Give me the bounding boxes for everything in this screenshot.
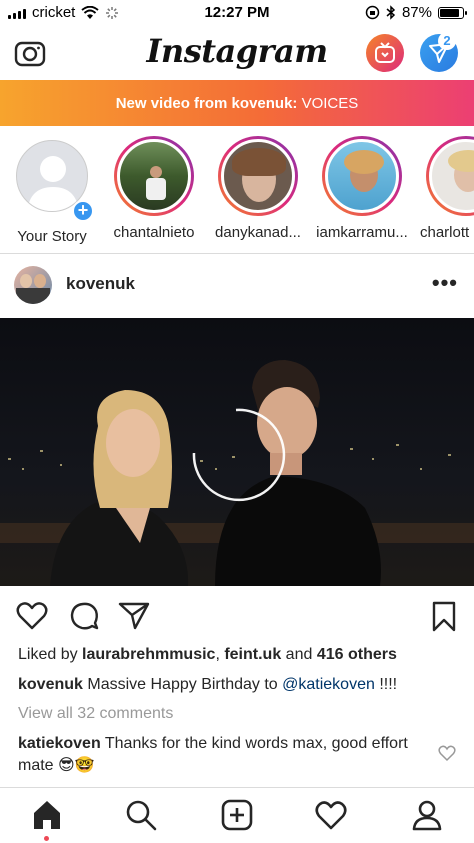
post-actions (0, 596, 474, 636)
banner-prefix: New video from kovenuk: (115, 94, 298, 112)
avatar (117, 139, 191, 213)
story-username: Your Story (17, 228, 87, 245)
caption-suffix: !!!! (379, 676, 398, 693)
likes-and: and (285, 646, 313, 663)
story-username: iamkarramu... (316, 224, 408, 241)
story-username: chantalnieto (113, 224, 195, 241)
bottom-tab-bar (0, 787, 474, 843)
story-danykanad[interactable]: danykanad... (208, 136, 308, 241)
story-username: charlott (420, 224, 470, 241)
story-iamkarramu[interactable]: iamkarramu... (312, 136, 412, 241)
share-icon[interactable] (118, 600, 150, 632)
bluetooth-icon (386, 5, 396, 20)
igtv-button[interactable] (366, 34, 404, 72)
caption-text: Massive Happy Birthday to (87, 676, 278, 693)
battery-level (440, 8, 460, 17)
avatar (429, 139, 474, 213)
caption-mention[interactable]: @katiekoven (282, 676, 375, 693)
bookmark-icon[interactable] (428, 600, 460, 632)
post-username[interactable]: kovenuk (66, 274, 135, 294)
liked-by-user[interactable]: laurabrehmmusic (82, 646, 215, 663)
home-activity-dot (44, 836, 49, 841)
home-icon[interactable] (30, 798, 64, 832)
orientation-lock-icon (365, 5, 380, 20)
story-ring (114, 136, 194, 216)
battery-percent: 87% (401, 4, 432, 21)
status-right: 87% (365, 4, 467, 21)
app-header: Instagram 2 (0, 28, 474, 80)
view-all-comments-link[interactable]: View all 32 comments (18, 705, 173, 723)
battery-icon (438, 6, 467, 19)
story-ring (426, 136, 474, 216)
avatar[interactable] (14, 266, 52, 304)
post-photo[interactable] (0, 318, 474, 586)
new-post-icon[interactable] (220, 798, 254, 832)
banner-video-title: VOICES (301, 94, 359, 112)
profile-icon[interactable] (410, 798, 444, 832)
stories-tray[interactable]: + Your Story chantalnieto danykanad... i… (0, 126, 474, 254)
search-icon[interactable] (124, 798, 158, 832)
likes-prefix: Liked by (18, 646, 78, 663)
status-bar: cricket 12:27 PM 87% (0, 0, 474, 28)
story-username: danykanad... (215, 224, 301, 241)
direct-message-button[interactable]: 2 (420, 32, 458, 72)
photo-content (0, 318, 474, 586)
likes-others[interactable]: 416 others (317, 646, 397, 663)
story-your-story[interactable]: + Your Story (2, 136, 102, 245)
avatar (221, 139, 295, 213)
story-ring (218, 136, 298, 216)
comment-like-icon[interactable] (438, 744, 456, 762)
story-chantalnieto[interactable]: chantalnieto (104, 136, 204, 241)
add-story-icon[interactable]: + (72, 200, 94, 222)
dm-count-badge: 2 (438, 32, 456, 50)
likes-summary[interactable]: Liked by laurabrehmmusic, feint.uk and 4… (18, 646, 397, 664)
post-caption: kovenuk Massive Happy Birthday to @katie… (18, 676, 397, 694)
story-ring (322, 136, 402, 216)
post-header: kovenuk ••• (0, 256, 474, 316)
activity-icon[interactable] (314, 798, 348, 832)
comment-icon[interactable] (68, 600, 100, 632)
avatar (325, 139, 399, 213)
igtv-icon (375, 42, 395, 63)
liked-by-user[interactable]: feint.uk (224, 646, 281, 663)
story-charlott[interactable]: charlott (416, 136, 474, 241)
caption-username[interactable]: kovenuk (18, 676, 83, 693)
like-icon[interactable] (16, 600, 48, 632)
more-options-icon[interactable]: ••• (432, 270, 458, 296)
new-video-banner[interactable]: New video from kovenuk: VOICES (0, 80, 474, 126)
comment-username[interactable]: katiekoven (18, 735, 101, 752)
comment: katiekoven Thanks for the kind words max… (18, 733, 432, 777)
